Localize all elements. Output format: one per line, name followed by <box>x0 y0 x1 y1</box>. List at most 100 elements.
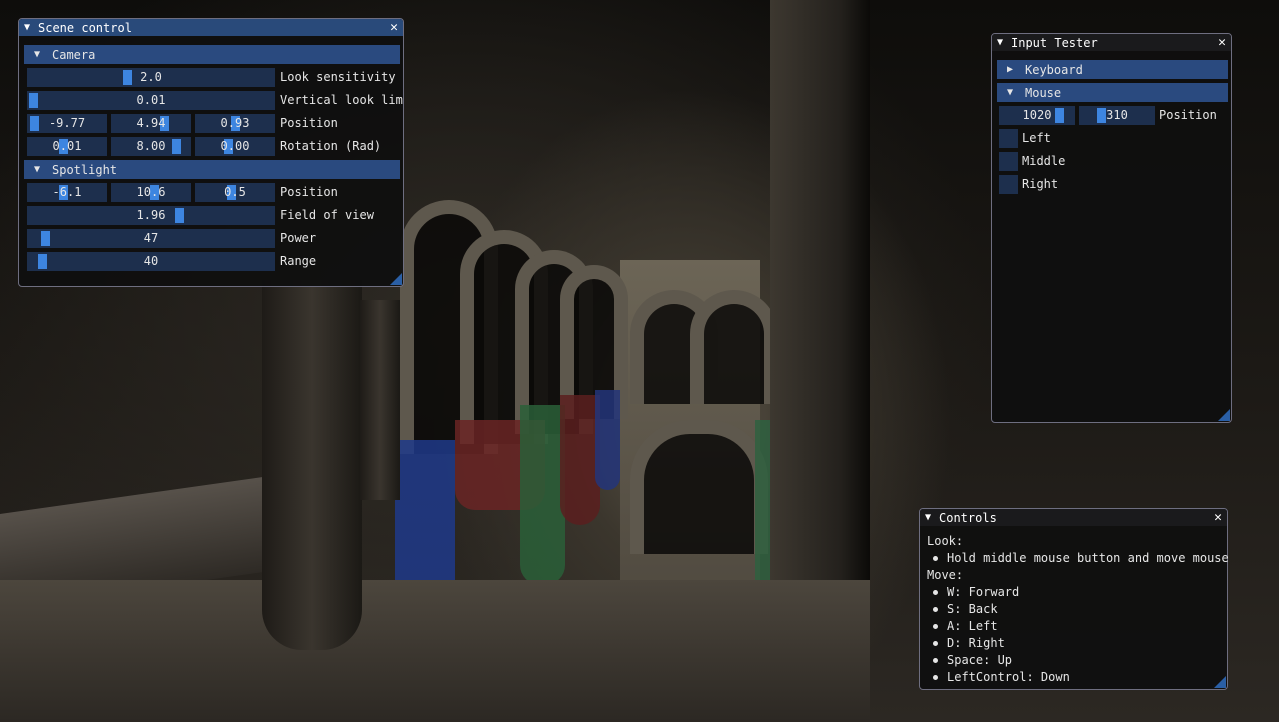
mouse-button-left-row: Left <box>999 129 1229 148</box>
mouse-position-y-slider[interactable]: 310 <box>1079 106 1155 125</box>
slider-label: Position <box>280 185 338 199</box>
expand-triangle-icon: ▶ <box>1007 64 1014 75</box>
mouse-position-x-slider[interactable]: 1020 <box>999 106 1075 125</box>
look-sensitivity-row: 2.0 Look sensitivity <box>27 68 407 87</box>
collapse-triangle-icon: ▼ <box>1007 87 1014 98</box>
spotlight-position-row: -6.1 10.6 0.5 Position <box>27 183 407 202</box>
mouse-button-right-row: Right <box>999 175 1229 194</box>
collapse-triangle-icon[interactable]: ▼ <box>24 22 38 33</box>
checkbox-label: Right <box>1022 177 1059 191</box>
middle-button-checkbox[interactable] <box>999 152 1018 171</box>
move-item: A: Left <box>947 619 998 633</box>
look-heading: Look: <box>927 534 964 548</box>
slider-label: Vertical look lim <box>280 93 403 107</box>
camera-position-z-slider[interactable]: 0.93 <box>195 114 275 133</box>
move-item: Space: Up <box>947 653 1013 667</box>
look-sensitivity-slider[interactable]: 2.0 <box>27 68 275 87</box>
scene-arch <box>690 290 778 404</box>
slider-value: 1020 <box>1022 108 1052 122</box>
mouse-button-middle-row: Middle <box>999 152 1229 171</box>
spotlight-position-x-slider[interactable]: -6.1 <box>27 183 107 202</box>
spotlight-header-label: Spotlight <box>52 162 118 177</box>
move-item: W: Forward <box>947 585 1020 599</box>
mouse-header[interactable]: ▼ Mouse <box>997 83 1228 102</box>
resize-grip-icon[interactable] <box>1218 409 1230 421</box>
camera-header[interactable]: ▼ Camera <box>24 45 400 64</box>
camera-rotation-x-slider[interactable]: 0.01 <box>27 137 107 156</box>
left-button-checkbox[interactable] <box>999 129 1018 148</box>
close-icon[interactable]: ✕ <box>1218 35 1226 50</box>
spotlight-position-y-slider[interactable]: 10.6 <box>111 183 191 202</box>
slider-value: 0.01 <box>136 93 166 107</box>
spotlight-header[interactable]: ▼ Spotlight <box>24 160 400 179</box>
scene-drape <box>560 395 600 525</box>
slider-value: 4.94 <box>136 116 166 130</box>
close-icon[interactable]: ✕ <box>390 20 398 35</box>
right-button-checkbox[interactable] <box>999 175 1018 194</box>
slider-value: 10.6 <box>136 185 166 199</box>
bullet-icon <box>933 641 938 646</box>
camera-position-y-slider[interactable]: 4.94 <box>111 114 191 133</box>
slider-value: 0.5 <box>224 185 246 199</box>
range-slider[interactable]: 40 <box>27 252 275 271</box>
collapse-triangle-icon[interactable]: ▼ <box>997 37 1011 48</box>
slider-value: 0.01 <box>52 139 82 153</box>
resize-grip-icon[interactable] <box>390 273 402 285</box>
camera-rotation-z-slider[interactable]: 0.00 <box>195 137 275 156</box>
range-row: 40 Range <box>27 252 407 271</box>
input-tester-window[interactable]: ▼ Input Tester ✕ ▶ Keyboard ▼ Mouse 1020… <box>991 33 1232 423</box>
controls-title-bar[interactable]: ▼ Controls ✕ <box>920 509 1227 526</box>
keyboard-header-label: Keyboard <box>1025 62 1083 77</box>
resize-grip-icon[interactable] <box>1214 676 1226 688</box>
spotlight-position-z-slider[interactable]: 0.5 <box>195 183 275 202</box>
collapse-triangle-icon: ▼ <box>34 164 41 175</box>
field-of-view-row: 1.96 Field of view <box>27 206 407 225</box>
slider-value: 310 <box>1106 108 1128 122</box>
slider-value: 47 <box>143 231 159 245</box>
checkbox-label: Middle <box>1022 154 1066 168</box>
camera-position-x-slider[interactable]: -9.77 <box>27 114 107 133</box>
look-item: Hold middle mouse button and move mouse <box>947 551 1229 565</box>
bullet-icon <box>933 675 938 680</box>
slider-value: 1.96 <box>136 208 166 222</box>
checkbox-label: Left <box>1022 131 1051 145</box>
slider-label: Rotation (Rad) <box>280 139 382 153</box>
scene-control-window[interactable]: ▼ Scene control ✕ ▼ Camera 2.0 Look sens… <box>18 18 404 287</box>
scene-pillar <box>262 280 362 650</box>
slider-value: 8.00 <box>136 139 166 153</box>
camera-rotation-y-slider[interactable]: 8.00 <box>111 137 191 156</box>
power-slider[interactable]: 47 <box>27 229 275 248</box>
slider-label: Position <box>1159 108 1217 122</box>
vertical-look-limit-row: 0.01 Vertical look lim <box>27 91 407 110</box>
vertical-look-limit-slider[interactable]: 0.01 <box>27 91 275 110</box>
slider-label: Field of view <box>280 208 374 222</box>
collapse-triangle-icon: ▼ <box>34 49 41 60</box>
mouse-position-row: 1020 310 Position <box>999 106 1229 125</box>
move-item: S: Back <box>947 602 998 616</box>
window-title: Input Tester <box>1011 35 1098 50</box>
slider-value: -9.77 <box>48 116 86 130</box>
scene-floor <box>0 580 870 722</box>
slider-value: 2.0 <box>140 70 162 84</box>
keyboard-header[interactable]: ▶ Keyboard <box>997 60 1228 79</box>
controls-window[interactable]: ▼ Controls ✕ Look: Hold middle mouse but… <box>919 508 1229 690</box>
scene-pillar <box>360 300 400 500</box>
slider-label: Position <box>280 116 338 130</box>
close-icon[interactable]: ✕ <box>1214 510 1222 525</box>
mouse-header-label: Mouse <box>1025 85 1062 100</box>
scene-drape <box>595 390 620 490</box>
slider-value: -6.1 <box>52 185 82 199</box>
collapse-triangle-icon[interactable]: ▼ <box>925 512 939 523</box>
scene-control-title-bar[interactable]: ▼ Scene control ✕ <box>19 19 403 36</box>
bullet-icon <box>933 590 938 595</box>
bullet-icon <box>933 658 938 663</box>
slider-value: 0.00 <box>220 139 250 153</box>
power-row: 47 Power <box>27 229 407 248</box>
slider-label: Power <box>280 231 317 245</box>
input-tester-title-bar[interactable]: ▼ Input Tester ✕ <box>992 34 1231 51</box>
bullet-icon <box>933 556 938 561</box>
bullet-icon <box>933 624 938 629</box>
slider-label: Range <box>280 254 317 268</box>
camera-rotation-row: 0.01 8.00 0.00 Rotation (Rad) <box>27 137 407 156</box>
field-of-view-slider[interactable]: 1.96 <box>27 206 275 225</box>
